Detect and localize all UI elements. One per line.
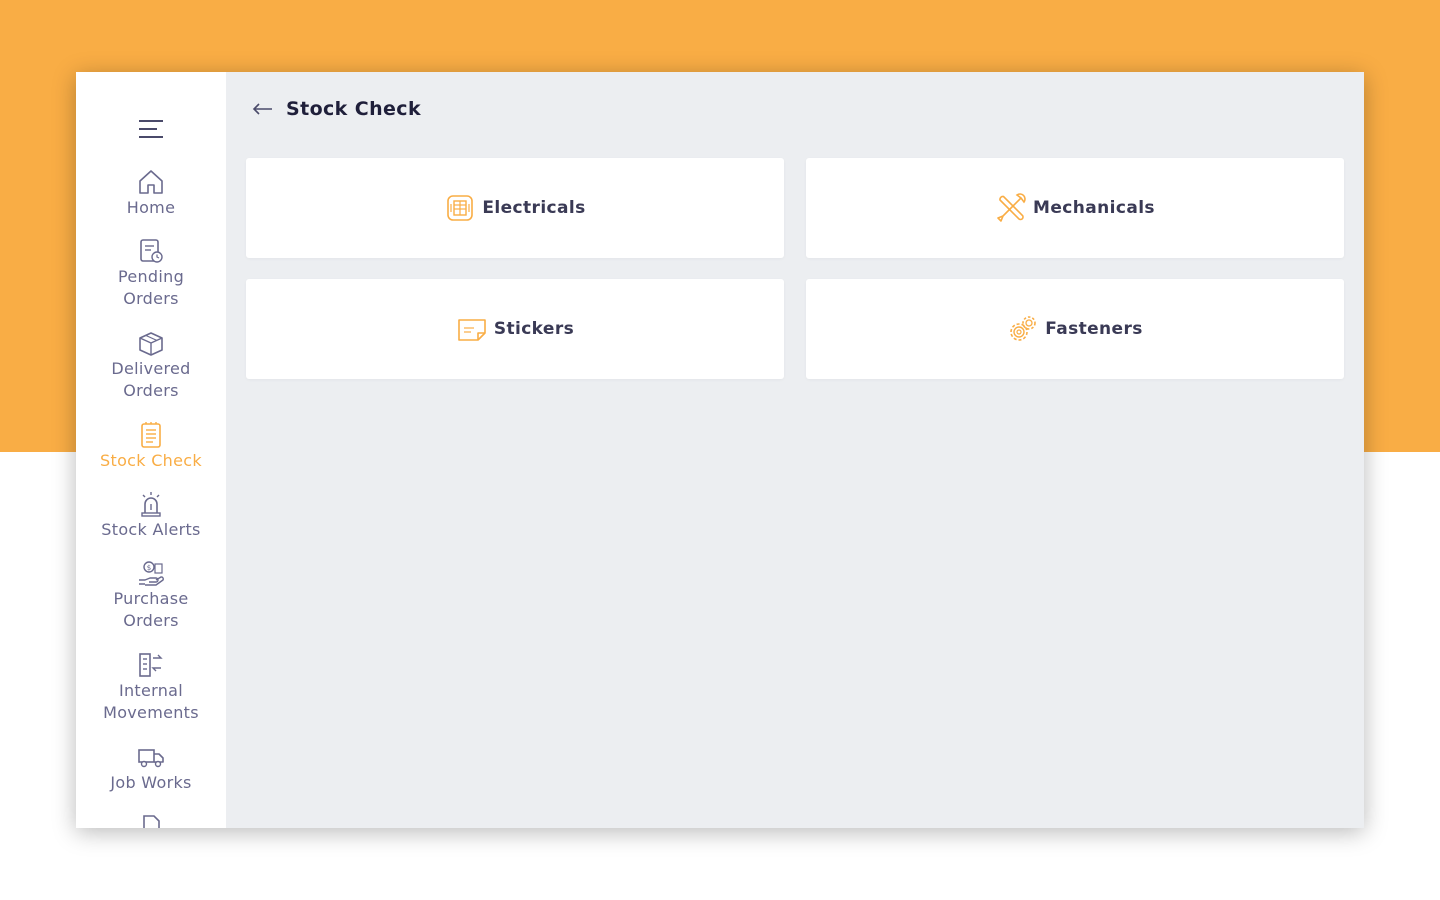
wrench-screwdriver-icon bbox=[997, 193, 1026, 222]
sidebar-item-label: Purchase Orders bbox=[113, 589, 189, 630]
sidebar-item-label: Delivered Orders bbox=[111, 359, 191, 400]
page-title: Stock Check bbox=[286, 98, 421, 120]
sidebar-item-label: Home bbox=[126, 198, 176, 217]
electricals-icon bbox=[447, 195, 474, 221]
sticker-icon bbox=[458, 319, 486, 341]
sidebar-item-pending-orders[interactable]: Pending Orders bbox=[76, 236, 226, 310]
sidebar-item-stock-alerts[interactable]: Stock Alerts bbox=[76, 489, 226, 541]
transfer-icon bbox=[139, 653, 163, 677]
sidebar-item-home[interactable]: Home bbox=[76, 167, 226, 219]
category-card-label: Electricals bbox=[482, 198, 586, 218]
hamburger-menu-button[interactable] bbox=[134, 114, 168, 144]
sidebar-item-more[interactable] bbox=[76, 812, 226, 828]
back-button[interactable] bbox=[250, 96, 276, 122]
clipboard-list-icon bbox=[141, 422, 161, 448]
category-card-label: Fasteners bbox=[1045, 319, 1143, 339]
sidebar-item-label: Stock Check bbox=[100, 451, 202, 470]
sidebar-item-delivered-orders[interactable]: Delivered Orders bbox=[76, 328, 226, 402]
sidebar: Home Pending Orders Delivered Orders Sto… bbox=[76, 72, 226, 828]
pending-orders-icon bbox=[140, 239, 163, 263]
page-header: Stock Check bbox=[250, 94, 421, 124]
sidebar-item-stock-check[interactable]: Stock Check bbox=[76, 420, 226, 472]
sidebar-item-label: Internal Movements bbox=[103, 681, 199, 722]
sidebar-item-internal-movements[interactable]: Internal Movements bbox=[76, 650, 226, 724]
sidebar-item-purchase-orders[interactable]: $ Purchase Orders bbox=[76, 558, 226, 632]
document-icon bbox=[143, 815, 160, 828]
alarm-icon bbox=[141, 492, 161, 517]
arrow-left-icon bbox=[252, 103, 272, 115]
hamburger-icon bbox=[139, 120, 163, 138]
purchase-hand-icon: $ bbox=[139, 561, 164, 586]
sidebar-item-label: Pending Orders bbox=[117, 267, 185, 308]
sidebar-item-job-works[interactable]: Job Works bbox=[76, 742, 226, 794]
category-card-electricals[interactable]: Electricals bbox=[246, 158, 784, 258]
svg-text:$: $ bbox=[147, 564, 151, 572]
main-content: Stock Check Electricals Mechanicals Stic… bbox=[226, 72, 1364, 828]
category-card-stickers[interactable]: Stickers bbox=[246, 279, 784, 379]
category-card-label: Stickers bbox=[493, 319, 575, 339]
app-window: Home Pending Orders Delivered Orders Sto… bbox=[76, 72, 1364, 828]
gears-icon bbox=[1010, 316, 1036, 341]
sidebar-item-label: Stock Alerts bbox=[101, 520, 201, 539]
home-icon bbox=[139, 170, 163, 194]
truck-icon bbox=[138, 749, 164, 768]
sidebar-item-label: Job Works bbox=[110, 773, 192, 792]
category-card-fasteners[interactable]: Fasteners bbox=[806, 279, 1344, 379]
category-card-mechanicals[interactable]: Mechanicals bbox=[806, 158, 1344, 258]
box-icon bbox=[139, 332, 163, 356]
category-card-label: Mechanicals bbox=[1033, 198, 1155, 218]
